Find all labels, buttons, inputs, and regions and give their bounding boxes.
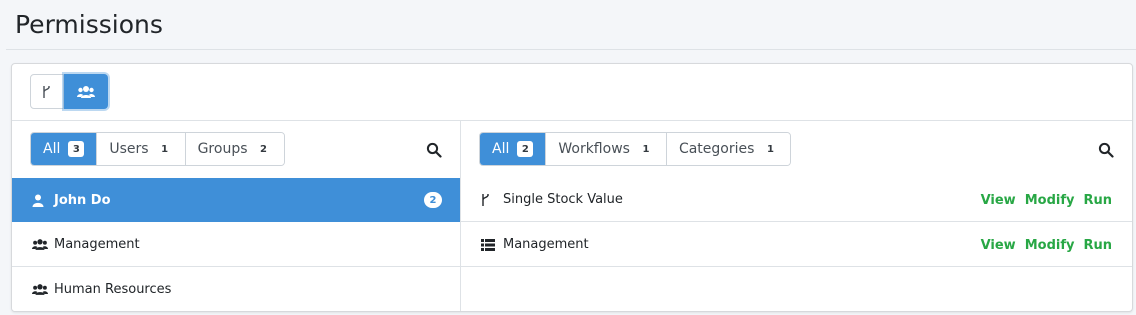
filter-workflows[interactable]: Workflows 1 bbox=[546, 133, 667, 165]
count-badge: 2 bbox=[517, 141, 534, 157]
users-group-icon bbox=[32, 238, 48, 252]
principal-name: John Do bbox=[54, 192, 111, 208]
modify-permission-link[interactable]: Modify bbox=[1025, 193, 1075, 208]
principal-filter-group: All 3 Users 1 Groups 2 bbox=[30, 132, 285, 166]
count-badge: 1 bbox=[637, 141, 654, 157]
view-permission-link[interactable]: View bbox=[981, 193, 1016, 208]
run-permission-link[interactable]: Run bbox=[1083, 193, 1112, 208]
resource-row-management[interactable]: Management View Modify Run bbox=[461, 223, 1132, 267]
workflow-branch-icon bbox=[481, 193, 497, 207]
users-mode-button[interactable] bbox=[64, 74, 108, 109]
filter-label: All bbox=[43, 141, 61, 157]
users-group-icon bbox=[76, 85, 95, 98]
count-badge: 3 bbox=[68, 141, 85, 157]
list-icon bbox=[481, 238, 497, 252]
filter-label: Users bbox=[109, 141, 149, 157]
resource-filter-group: All 2 Workflows 1 Categories 1 bbox=[479, 132, 792, 166]
filter-all-resources[interactable]: All 2 bbox=[480, 133, 547, 165]
workflow-mode-button[interactable] bbox=[30, 74, 64, 109]
resource-name: Single Stock Value bbox=[503, 192, 623, 207]
filter-label: Workflows bbox=[558, 141, 630, 157]
resource-name: Management bbox=[503, 237, 589, 252]
page-title: Permissions bbox=[15, 10, 163, 39]
filter-users[interactable]: Users 1 bbox=[97, 133, 186, 165]
principal-row-management[interactable]: Management bbox=[12, 223, 460, 267]
permissions-card: All 3 Users 1 Groups 2 John Do 2 Managem… bbox=[11, 63, 1133, 312]
search-icon[interactable] bbox=[426, 142, 442, 158]
modify-permission-link[interactable]: Modify bbox=[1025, 238, 1075, 253]
count-badge: 1 bbox=[156, 141, 173, 157]
filter-categories[interactable]: Categories 1 bbox=[666, 133, 791, 165]
view-permission-link[interactable]: View bbox=[981, 238, 1016, 253]
count-badge: 2 bbox=[255, 141, 272, 157]
count-badge: 1 bbox=[762, 141, 779, 157]
filter-label: Categories bbox=[678, 141, 755, 157]
run-permission-link[interactable]: Run bbox=[1083, 238, 1112, 253]
filter-groups[interactable]: Groups 2 bbox=[185, 133, 284, 165]
permission-count-badge: 2 bbox=[424, 192, 442, 208]
principal-row-john-do[interactable]: John Do 2 bbox=[12, 178, 460, 222]
title-divider bbox=[6, 49, 1136, 50]
resource-row-single-stock-value[interactable]: Single Stock Value View Modify Run bbox=[461, 178, 1132, 222]
users-group-icon bbox=[32, 283, 48, 297]
permission-actions: View Modify Run bbox=[981, 223, 1112, 267]
mode-toggle bbox=[30, 74, 108, 109]
principal-name: Human Resources bbox=[54, 282, 172, 297]
permission-actions: View Modify Run bbox=[981, 178, 1112, 222]
toolbar-divider bbox=[12, 120, 1132, 121]
filter-all-principals[interactable]: All 3 bbox=[31, 133, 98, 165]
principal-row-human-resources[interactable]: Human Resources bbox=[12, 268, 460, 311]
user-icon bbox=[32, 193, 48, 207]
workflow-branch-icon bbox=[43, 85, 50, 98]
filter-label: All bbox=[492, 141, 510, 157]
principal-name: Management bbox=[54, 237, 140, 252]
search-icon[interactable] bbox=[1098, 142, 1114, 158]
filter-label: Groups bbox=[197, 141, 248, 157]
